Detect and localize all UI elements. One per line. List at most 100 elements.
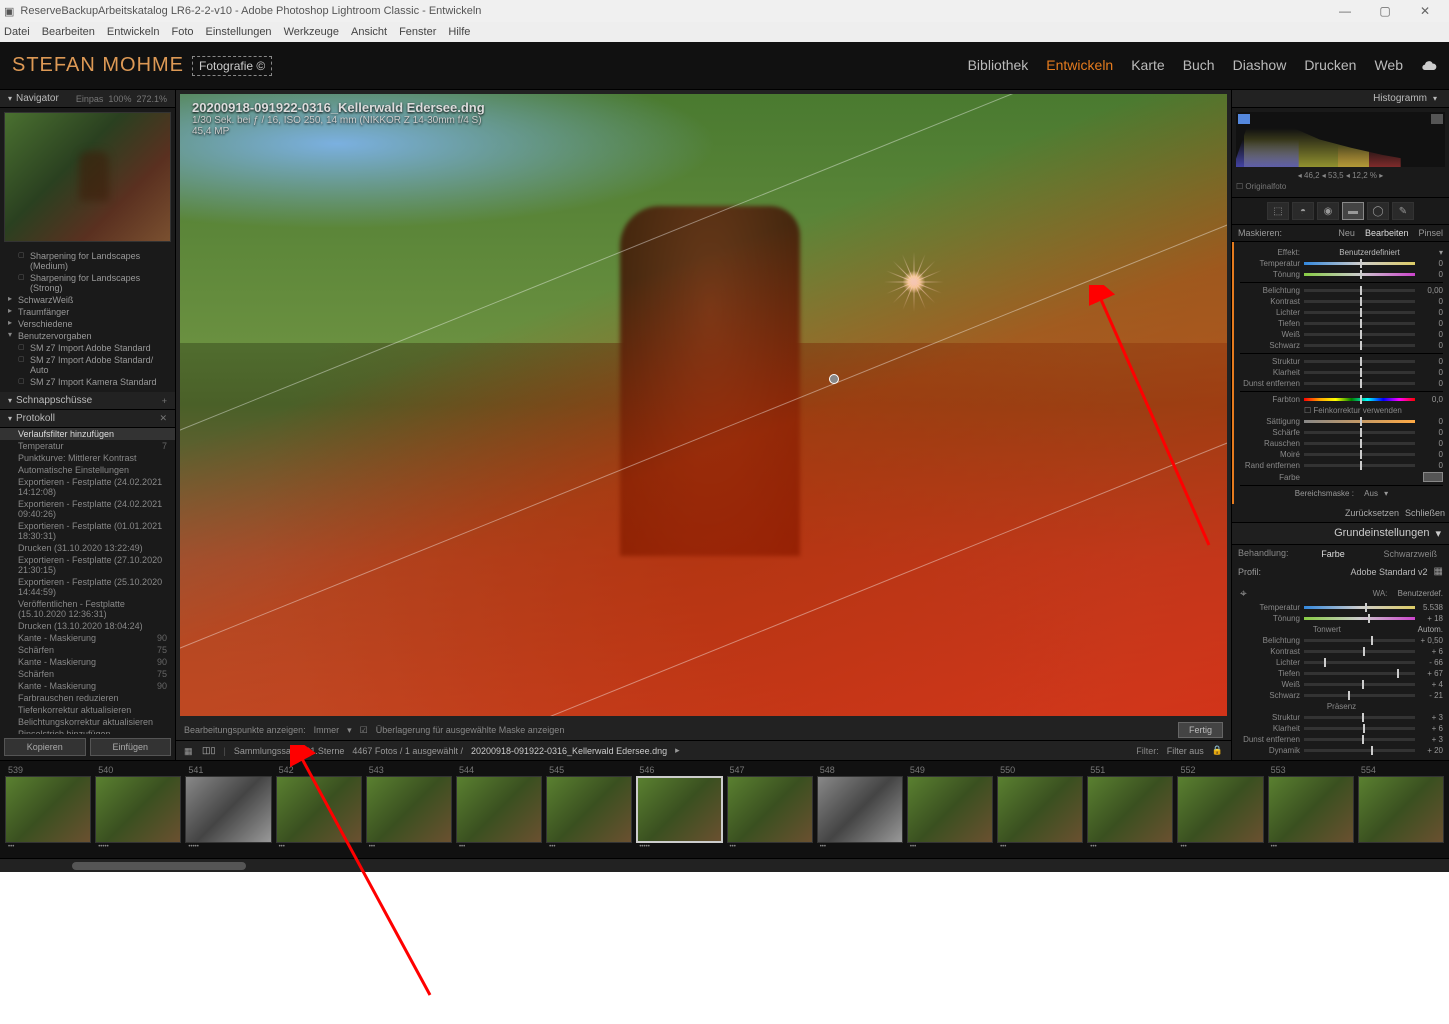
slider-schwarz[interactable]: Schwarz0 <box>1240 341 1443 350</box>
overlay-checkbox[interactable]: ☑ <box>360 725 368 736</box>
filmstrip-scrollbar[interactable] <box>0 858 1449 872</box>
copy-button[interactable]: Kopieren <box>4 738 86 756</box>
slider-rand-entfernen[interactable]: Rand entfernen0 <box>1240 461 1443 470</box>
slider-klarheit[interactable]: Klarheit0 <box>1240 368 1443 377</box>
chevron-down-icon[interactable]: ▾ <box>1439 248 1443 257</box>
cloud-sync-icon[interactable] <box>1421 57 1437 74</box>
history-step[interactable]: Exportieren - Festplatte (27.10.2020 21:… <box>0 554 175 576</box>
slider-lichter[interactable]: Lichter0 <box>1240 308 1443 317</box>
slider-schärfe[interactable]: Schärfe0 <box>1240 428 1443 437</box>
slider-temperatur[interactable]: Temperatur5.538 <box>1240 603 1443 612</box>
history-step[interactable]: Verlaufsfilter hinzufügen <box>0 428 175 440</box>
history-step[interactable]: Belichtungskorrektur aktualisieren <box>0 716 175 728</box>
slider-klarheit[interactable]: Klarheit+ 6 <box>1240 724 1443 733</box>
module-drucken[interactable]: Drucken <box>1304 57 1356 74</box>
slider-moiré[interactable]: Moiré0 <box>1240 450 1443 459</box>
slider-rauschen[interactable]: Rauschen0 <box>1240 439 1443 448</box>
module-buch[interactable]: Buch <box>1183 57 1215 74</box>
mask-reset-button[interactable]: Zurücksetzen <box>1345 508 1399 518</box>
compare-icon[interactable]: ◫▯ <box>202 745 215 756</box>
close-button[interactable]: ✕ <box>1405 4 1445 18</box>
redeye-tool-icon[interactable]: ◉ <box>1317 202 1339 220</box>
slider-dunst-entfernen[interactable]: Dunst entfernen+ 3 <box>1240 735 1443 744</box>
slider-schwarz[interactable]: Schwarz- 21 <box>1240 691 1443 700</box>
range-mask-dropdown[interactable]: Aus <box>1364 489 1378 498</box>
mask-edit[interactable]: Bearbeiten <box>1365 228 1409 238</box>
menu-hilfe[interactable]: Hilfe <box>448 26 470 38</box>
filmstrip-thumb[interactable]: 554 <box>1357 765 1445 854</box>
preset-item[interactable]: SM z7 Import Adobe Standard/ Auto <box>0 354 175 376</box>
history-step[interactable]: Drucken (13.10.2020 18:04:24) <box>0 620 175 632</box>
navigator-preview[interactable] <box>4 112 171 242</box>
history-step[interactable]: Schärfen75 <box>0 668 175 680</box>
filmstrip-thumb[interactable]: 553••• <box>1267 765 1355 854</box>
preset-item[interactable]: Benutzervorgaben <box>0 330 175 342</box>
history-step[interactable]: Temperatur7 <box>0 440 175 452</box>
minimize-button[interactable]: — <box>1325 4 1365 18</box>
filmstrip-thumb[interactable]: 544••• <box>455 765 543 854</box>
menu-foto[interactable]: Foto <box>171 26 193 38</box>
edit-pins-mode[interactable]: Immer <box>314 725 340 735</box>
slider-dunst-entfernen[interactable]: Dunst entfernen0 <box>1240 379 1443 388</box>
history-step[interactable]: Drucken (31.10.2020 13:22:49) <box>0 542 175 554</box>
module-bibliothek[interactable]: Bibliothek <box>968 57 1029 74</box>
brush-tool-icon[interactable]: ✎ <box>1392 202 1414 220</box>
history-step[interactable]: Exportieren - Festplatte (24.02.2021 09:… <box>0 498 175 520</box>
effect-preset-dropdown[interactable]: Benutzerdefiniert <box>1304 248 1435 257</box>
eyedropper-icon[interactable]: ⌖ <box>1240 586 1247 601</box>
history-step[interactable]: Exportieren - Festplatte (01.01.2021 18:… <box>0 520 175 542</box>
navigator-header[interactable]: ▾Navigator Einpas 100% 272.1% <box>0 90 175 108</box>
history-step[interactable]: Veröffentlichen - Festplatte (15.10.2020… <box>0 598 175 620</box>
radial-tool-icon[interactable]: ◯ <box>1367 202 1389 220</box>
filmstrip-thumb[interactable]: 552••• <box>1176 765 1264 854</box>
slider-belichtung[interactable]: Belichtung+ 0,50 <box>1240 636 1443 645</box>
preset-item[interactable]: Traumfänger <box>0 306 175 318</box>
slider-farbton[interactable]: Farbton0,0 <box>1240 395 1443 404</box>
slider-tönung[interactable]: Tönung0 <box>1240 270 1443 279</box>
filmstrip-thumb[interactable]: 550••• <box>996 765 1084 854</box>
mask-new[interactable]: Neu <box>1338 228 1355 238</box>
menu-bearbeiten[interactable]: Bearbeiten <box>42 26 95 38</box>
mask-brush[interactable]: Pinsel <box>1418 228 1443 238</box>
preset-item[interactable]: SM z7 Import Adobe Standard <box>0 342 175 354</box>
filmstrip-thumb[interactable]: 545••• <box>545 765 633 854</box>
filmstrip-thumb[interactable]: 542••• <box>275 765 363 854</box>
filmstrip-thumb[interactable]: 540••••• <box>94 765 182 854</box>
slider-sättigung[interactable]: Sättigung0 <box>1240 417 1443 426</box>
history-header[interactable]: ▾Protokoll✕ <box>0 410 175 428</box>
original-photo-checkbox[interactable]: ☐ <box>1236 182 1243 191</box>
menu-datei[interactable]: Datei <box>4 26 30 38</box>
mask-close-button[interactable]: Schließen <box>1405 508 1445 518</box>
crop-tool-icon[interactable]: ⬚ <box>1267 202 1289 220</box>
slider-lichter[interactable]: Lichter- 66 <box>1240 658 1443 667</box>
module-entwickeln[interactable]: Entwickeln <box>1046 57 1113 74</box>
filter-lock-icon[interactable]: 🔒 <box>1212 745 1223 756</box>
filter-dropdown[interactable]: Filter aus <box>1167 746 1204 756</box>
shadow-clip-indicator[interactable] <box>1238 114 1250 124</box>
module-karte[interactable]: Karte <box>1131 57 1164 74</box>
history-step[interactable]: Exportieren - Festplatte (25.10.2020 14:… <box>0 576 175 598</box>
treatment-color[interactable]: Farbe <box>1315 548 1351 560</box>
module-diashow[interactable]: Diashow <box>1233 57 1287 74</box>
filmstrip-thumb[interactable]: 547••• <box>726 765 814 854</box>
grid-view-icon[interactable]: ▦ <box>184 746 194 756</box>
highlight-clip-indicator[interactable] <box>1431 114 1443 124</box>
slider-temperatur[interactable]: Temperatur0 <box>1240 259 1443 268</box>
profile-browser-icon[interactable]: ▦ <box>1434 566 1443 577</box>
paste-button[interactable]: Einfügen <box>90 738 172 756</box>
done-button[interactable]: Fertig <box>1178 722 1223 738</box>
wb-dropdown[interactable]: Benutzerdef. <box>1398 589 1443 598</box>
histogram-header[interactable]: Histogramm▾ <box>1232 90 1449 108</box>
preset-item[interactable]: SchwarzWeiß <box>0 294 175 306</box>
breadcrumb-collection[interactable]: Sammlungssatz : 01.Sterne <box>234 746 345 756</box>
auto-tone-button[interactable]: Autom. <box>1418 625 1443 634</box>
histogram-chart[interactable] <box>1236 112 1445 167</box>
filmstrip-thumb[interactable]: 539••• <box>4 765 92 854</box>
menu-einstellungen[interactable]: Einstellungen <box>206 26 272 38</box>
menu-ansicht[interactable]: Ansicht <box>351 26 387 38</box>
slider-kontrast[interactable]: Kontrast+ 6 <box>1240 647 1443 656</box>
slider-struktur[interactable]: Struktur+ 3 <box>1240 713 1443 722</box>
fine-adjust-checkbox[interactable]: ☐ <box>1304 406 1311 415</box>
slider-tönung[interactable]: Tönung+ 18 <box>1240 614 1443 623</box>
maximize-button[interactable]: ▢ <box>1365 4 1405 18</box>
